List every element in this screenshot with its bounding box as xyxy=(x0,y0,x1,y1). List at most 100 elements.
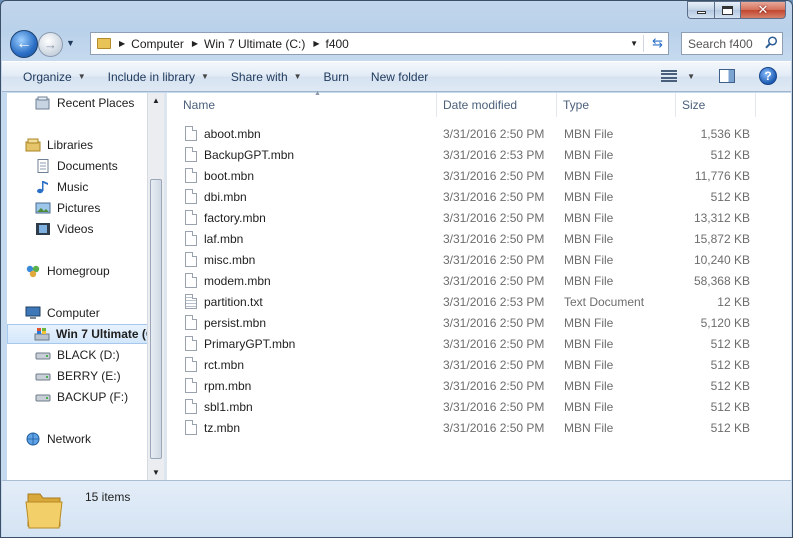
nav-item-videos[interactable]: Videos xyxy=(35,219,93,239)
nav-item-music[interactable]: Music xyxy=(35,177,88,197)
scroll-up-icon[interactable]: ▲ xyxy=(152,96,160,105)
table-row[interactable]: partition.txt 3/31/2016 2:53 PM Text Docum… xyxy=(167,291,767,312)
table-row[interactable]: BackupGPT.mbn 3/31/2016 2:53 PM MBN File 51… xyxy=(167,144,767,165)
file-name: tz.mbn xyxy=(204,420,241,435)
file-name-cell[interactable]: rct.mbn xyxy=(185,354,244,375)
file-name-cell[interactable]: modem.mbn xyxy=(185,270,271,291)
table-row[interactable]: aboot.mbn 3/31/2016 2:50 PM MBN File 1,536 … xyxy=(167,123,767,144)
nav-item-drive-f[interactable]: BACKUP (F:) xyxy=(35,387,128,407)
file-name-cell[interactable]: rpm.mbn xyxy=(185,375,251,396)
file-date: 3/31/2016 2:50 PM xyxy=(443,273,545,288)
nav-label: Network xyxy=(47,432,92,446)
file-name-cell[interactable]: dbi.mbn xyxy=(185,186,247,207)
file-name-cell[interactable]: laf.mbn xyxy=(185,228,243,249)
nav-item-libraries[interactable]: Libraries xyxy=(25,135,93,155)
breadcrumb-computer[interactable]: Computer xyxy=(131,37,184,51)
file-name-cell[interactable]: PrimaryGPT.mbn xyxy=(185,333,295,354)
folder-icon xyxy=(97,38,111,49)
maximize-button[interactable] xyxy=(714,1,740,19)
forward-button[interactable]: → xyxy=(38,32,63,57)
file-name-cell[interactable]: factory.mbn xyxy=(185,207,266,228)
nav-item-network[interactable]: Network xyxy=(25,429,91,449)
nav-item-computer[interactable]: Computer xyxy=(25,303,100,323)
file-size: 15,872 KB xyxy=(693,231,750,246)
close-icon: ✕ xyxy=(757,2,769,18)
search-input[interactable]: Search f400 xyxy=(681,32,783,55)
table-row[interactable]: persist.mbn 3/31/2016 2:50 PM MBN File 5,12… xyxy=(167,312,767,333)
address-history-dropdown-icon[interactable]: ▼ xyxy=(630,39,638,48)
nav-item-drive-e[interactable]: BERRY (E:) xyxy=(35,366,121,386)
column-header-type[interactable]: Type xyxy=(557,93,676,117)
file-icon xyxy=(185,420,197,435)
breadcrumb-separator-icon[interactable]: ▶ xyxy=(192,39,198,48)
search-icon[interactable] xyxy=(765,36,778,49)
file-icon xyxy=(185,252,197,267)
minimize-button[interactable] xyxy=(687,1,714,19)
nav-item-pictures[interactable]: Pictures xyxy=(35,198,100,218)
burn-button[interactable]: Burn xyxy=(313,70,360,84)
nav-item-documents[interactable]: Documents xyxy=(35,156,118,176)
breadcrumb-f400[interactable]: f400 xyxy=(326,37,349,51)
nav-label: Music xyxy=(57,180,89,194)
table-row[interactable]: boot.mbn 3/31/2016 2:50 PM MBN File 11,776 … xyxy=(167,165,767,186)
nav-label: Pictures xyxy=(57,201,101,215)
table-row[interactable]: PrimaryGPT.mbn 3/31/2016 2:50 PM MBN File 5… xyxy=(167,333,767,354)
organize-label: Organize xyxy=(23,69,72,84)
new-folder-button[interactable]: New folder xyxy=(360,70,439,84)
file-type: MBN File xyxy=(564,336,614,351)
address-bar[interactable]: ▶ Computer ▶ Win 7 Ultimate (C:) ▶ f400 … xyxy=(90,32,669,55)
file-date: 3/31/2016 2:50 PM xyxy=(443,189,545,204)
file-type: MBN File xyxy=(564,420,614,435)
nav-item-drive-c[interactable]: Win 7 Ultimate (C:) xyxy=(7,324,147,344)
preview-pane-icon[interactable] xyxy=(719,69,735,83)
file-name-cell[interactable]: persist.mbn xyxy=(185,312,266,333)
help-icon[interactable]: ? xyxy=(759,67,777,85)
file-name-cell[interactable]: partition.txt xyxy=(185,291,263,312)
scroll-down-icon[interactable]: ▼ xyxy=(152,468,160,477)
file-icon xyxy=(185,126,197,141)
back-arrow-icon: ← xyxy=(16,35,32,52)
table-row[interactable]: rpm.mbn 3/31/2016 2:50 PM MBN File 512 KB xyxy=(167,375,767,396)
file-size: 512 KB xyxy=(710,357,750,372)
back-button[interactable]: ← xyxy=(10,30,38,58)
share-with-button[interactable]: Share with ▼ xyxy=(220,70,313,84)
organize-button[interactable]: Organize ▼ xyxy=(2,70,97,84)
file-name-cell[interactable]: aboot.mbn xyxy=(185,123,261,144)
table-row[interactable]: sbl1.mbn 3/31/2016 2:50 PM MBN File 512 KB xyxy=(167,396,767,417)
table-row[interactable]: factory.mbn 3/31/2016 2:50 PM MBN File 13,3… xyxy=(167,207,767,228)
column-header-name[interactable]: Name ▲ xyxy=(177,90,437,117)
scrollbar-thumb[interactable] xyxy=(150,179,162,459)
breadcrumb-separator-icon[interactable]: ▶ xyxy=(313,39,319,48)
file-name-cell[interactable]: boot.mbn xyxy=(185,165,254,186)
table-row[interactable]: laf.mbn 3/31/2016 2:50 PM MBN File 15,872 K… xyxy=(167,228,767,249)
file-name-cell[interactable]: misc.mbn xyxy=(185,249,255,270)
close-button[interactable]: ✕ xyxy=(740,1,786,19)
table-row[interactable]: tz.mbn 3/31/2016 2:50 PM MBN File 512 KB xyxy=(167,417,767,438)
file-name-cell[interactable]: tz.mbn xyxy=(185,417,240,438)
nav-item-recent-places[interactable]: Recent Places xyxy=(35,93,134,113)
breadcrumb-separator-icon[interactable]: ▶ xyxy=(119,39,125,48)
change-view-icon[interactable] xyxy=(661,70,678,82)
file-name: persist.mbn xyxy=(204,315,267,330)
windows-drive-icon xyxy=(34,328,50,341)
file-name-cell[interactable]: BackupGPT.mbn xyxy=(185,144,294,165)
breadcrumb-drive-c[interactable]: Win 7 Ultimate (C:) xyxy=(204,37,305,51)
column-header-date[interactable]: Date modified xyxy=(437,93,557,117)
recent-places-icon xyxy=(35,96,50,110)
view-options-dropdown-icon[interactable]: ▼ xyxy=(687,72,695,81)
nav-item-drive-d[interactable]: BLACK (D:) xyxy=(35,345,120,365)
table-row[interactable]: dbi.mbn 3/31/2016 2:50 PM MBN File 512 KB xyxy=(167,186,767,207)
column-header-size[interactable]: Size xyxy=(676,93,756,117)
include-in-library-label: Include in library xyxy=(107,69,195,84)
table-row[interactable]: misc.mbn 3/31/2016 2:50 PM MBN File 10,240 … xyxy=(167,249,767,270)
table-row[interactable]: modem.mbn 3/31/2016 2:50 PM MBN File 58,368… xyxy=(167,270,767,291)
file-name-cell[interactable]: sbl1.mbn xyxy=(185,396,253,417)
pictures-icon xyxy=(35,202,51,214)
music-icon xyxy=(37,181,48,194)
nav-pane-scrollbar[interactable]: ▲ ▼ xyxy=(147,93,164,480)
nav-item-homegroup[interactable]: Homegroup xyxy=(25,261,110,281)
table-row[interactable]: rct.mbn 3/31/2016 2:50 PM MBN File 512 KB xyxy=(167,354,767,375)
recent-pages-dropdown[interactable]: ▼ xyxy=(66,38,75,48)
include-in-library-button[interactable]: Include in library ▼ xyxy=(97,70,220,84)
refresh-icon[interactable]: ⇆ xyxy=(652,36,663,51)
